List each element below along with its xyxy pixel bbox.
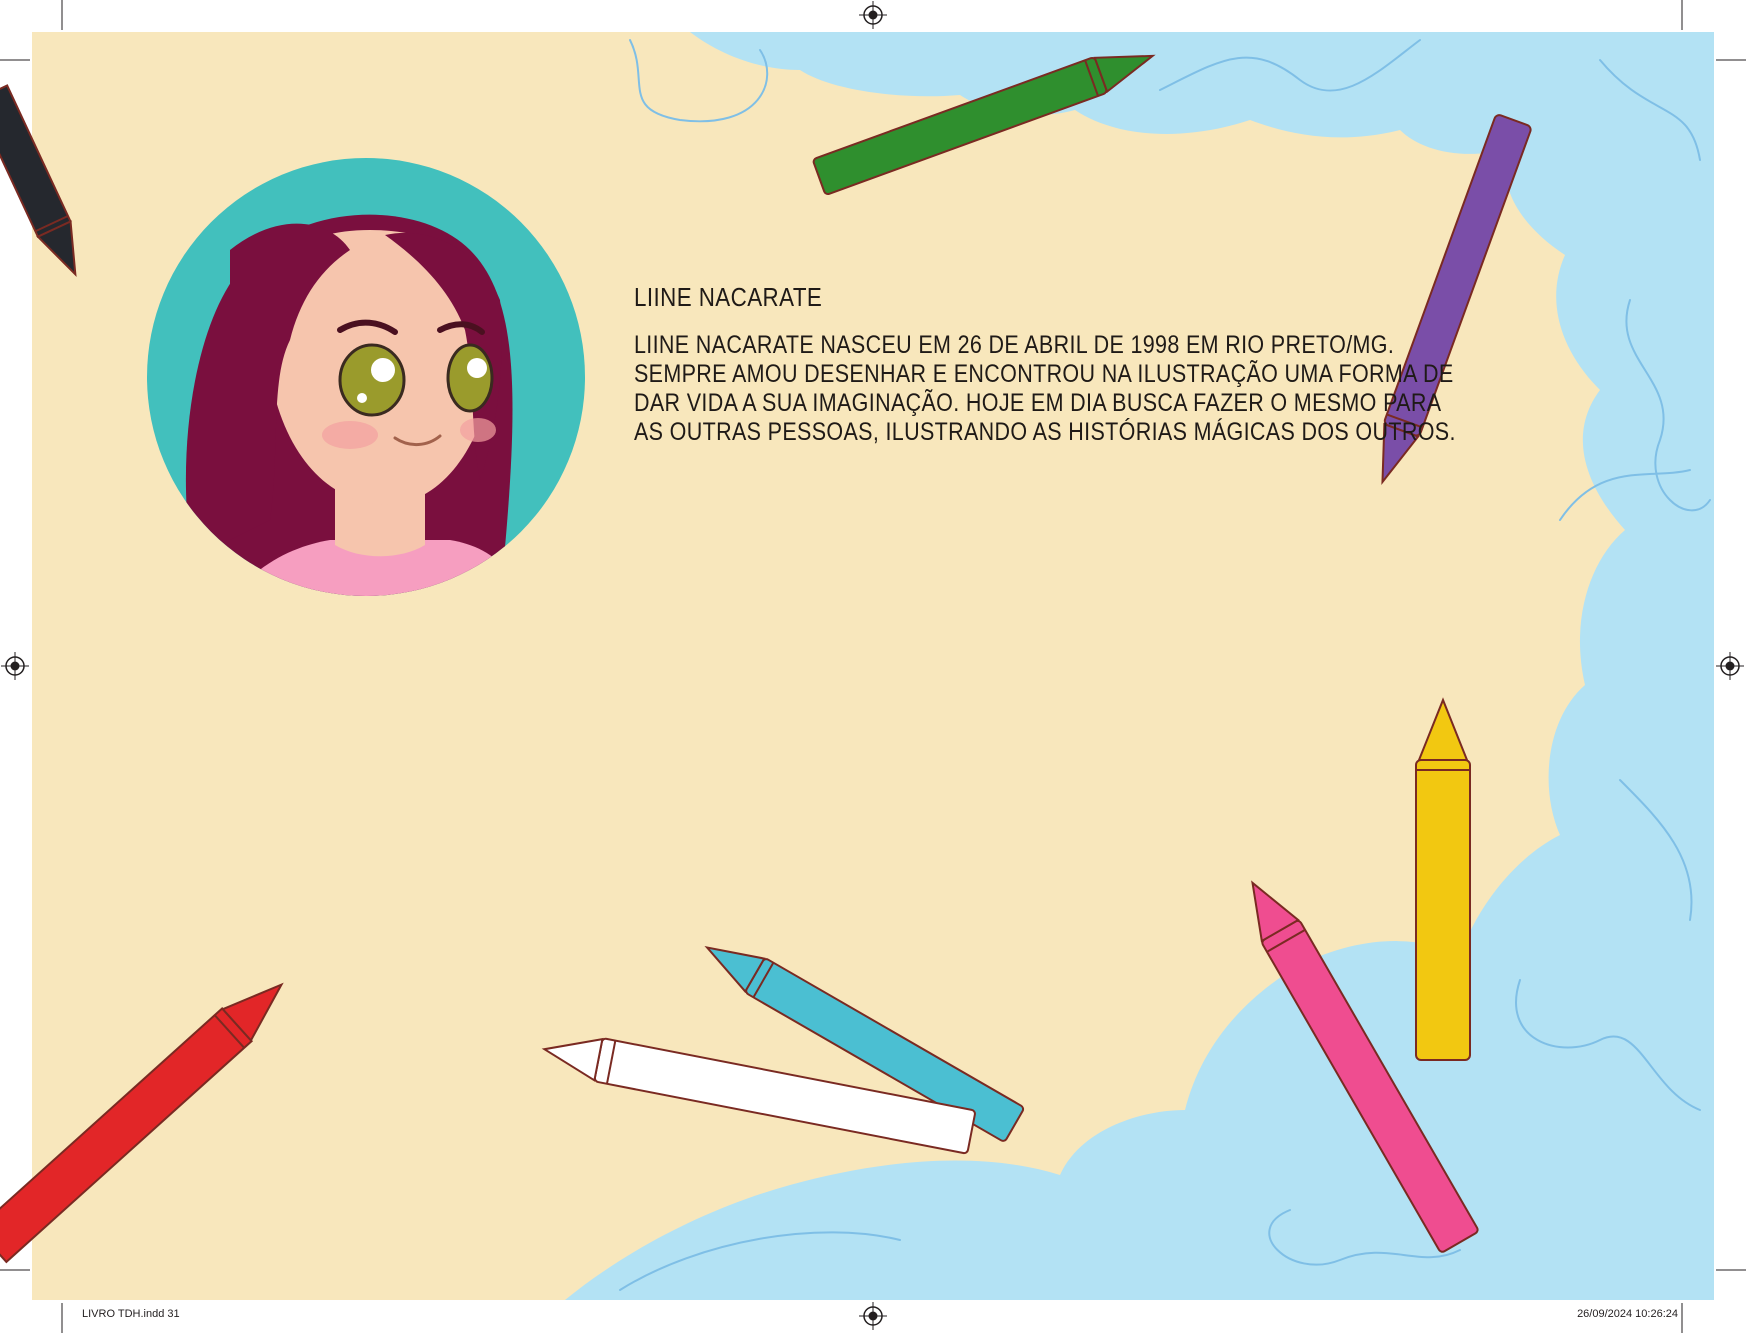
bio-line: LIINE NACARATE NASCEU EM 26 DE ABRIL DE … [634,331,1395,359]
registration-mark-right-icon [1716,652,1744,680]
author-bio: LIINE NACARATE LIINE NACARATE NASCEU EM … [634,282,1456,447]
bio-line: DAR VIDA A SUA IMAGINAÇÃO. HOJE EM DIA B… [634,389,1442,417]
author-name: LIINE NACARATE [634,282,823,312]
bio-line: SEMPRE AMOU DESENHAR E ENCONTROU NA ILUS… [634,360,1454,388]
registration-mark-top-icon [859,1,887,29]
author-bio-text: LIINE NACARATE NASCEU EM 26 DE ABRIL DE … [634,331,1456,447]
crayon-yellow [1415,697,1471,1061]
registration-mark-bottom-icon [859,1302,887,1330]
slug-timestamp: 26/09/2024 10:26:24 [1577,1308,1678,1320]
slug-file-label: LIVRO TDH.indd 31 [82,1308,180,1320]
bio-line: AS OUTRAS PESSOAS, ILUSTRANDO AS HISTÓRI… [634,418,1456,446]
registration-mark-left-icon [1,652,29,680]
